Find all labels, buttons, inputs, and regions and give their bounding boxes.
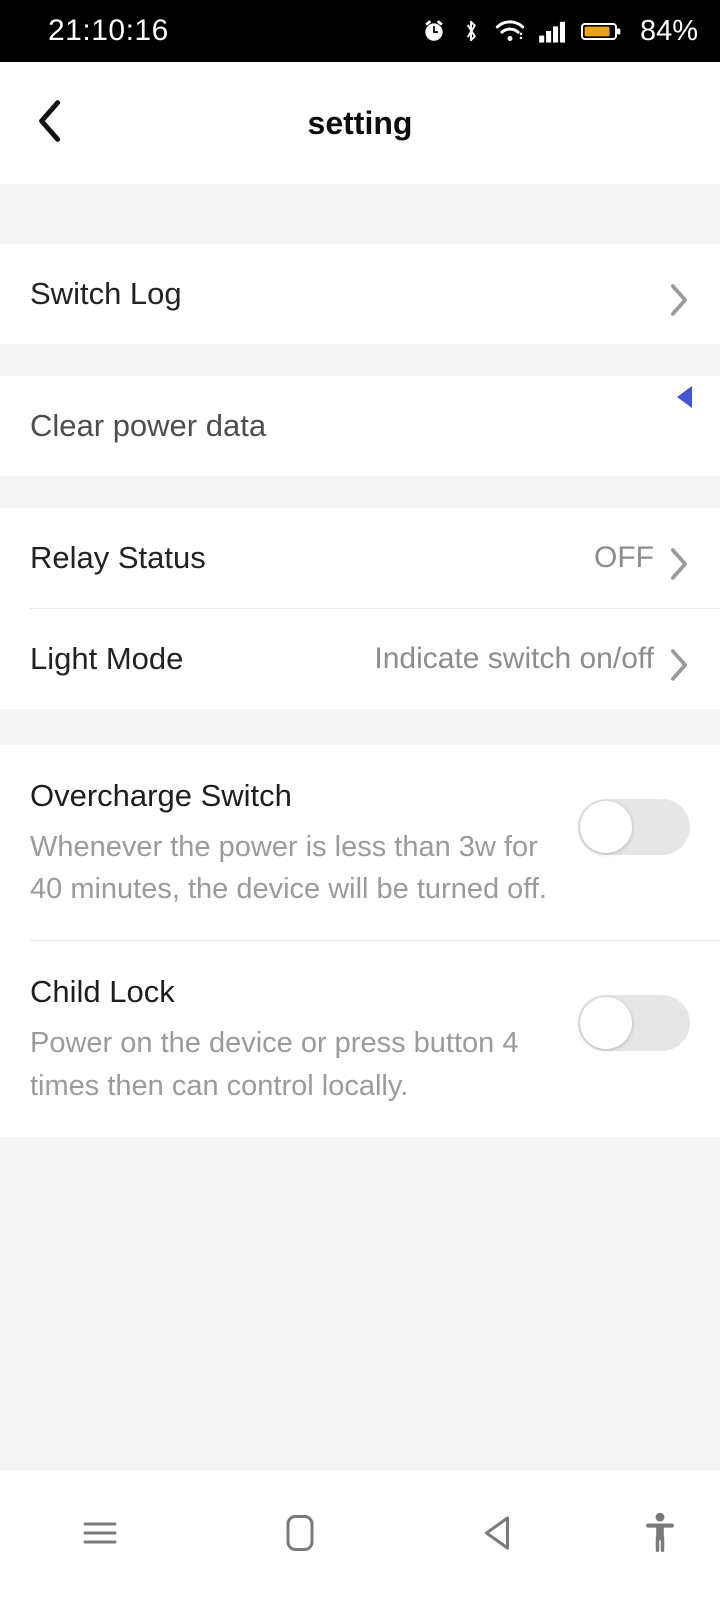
battery-percentage: 84% [639,14,698,47]
back-triangle-icon [479,1512,521,1559]
settings-row-overcharge-switch: Overcharge Switch Whenever the power is … [0,745,720,940]
nav-home-button[interactable] [200,1470,400,1600]
status-bar-clock: 21:10:16 [48,14,169,47]
settings-row-child-lock: Child Lock Power on the device or press … [0,941,720,1136]
status-bar-icons: 84% [421,0,698,62]
settings-group-logs: Switch Log [0,244,720,344]
settings-row-title: Overcharge Switch [30,778,292,813]
settings-row-switch-log[interactable]: Switch Log [0,244,720,344]
settings-row-label: Light Mode [30,640,184,676]
section-gap [0,709,720,745]
nav-accessibility-button[interactable] [600,1470,720,1600]
battery-icon [580,18,623,44]
nav-back-button[interactable] [400,1470,600,1600]
page-title: setting [307,104,413,141]
chevron-right-icon [668,648,690,681]
cellular-signal-icon [538,18,568,44]
settings-row-light-mode[interactable]: Light Mode Indicate switch on/off [0,609,720,709]
section-gap [0,184,720,244]
toggle-container [578,973,690,1073]
overcharge-switch-toggle[interactable] [578,799,690,855]
section-gap [0,344,720,376]
settings-group-clear: Clear power data [0,376,720,476]
chevron-right-icon [668,283,690,316]
toggle-knob [580,801,632,853]
settings-row-description: Power on the device or press button 4 ti… [30,1027,519,1102]
settings-row-label: Relay Status [30,539,206,575]
settings-row-label: Clear power data [30,407,267,443]
child-lock-toggle[interactable] [578,995,690,1052]
toggle-container [578,777,690,877]
accessibility-icon [643,1511,677,1560]
settings-group-device: Relay Status OFF Light Mode Indicate swi… [0,508,720,709]
status-bar: 21:10:16 84% [0,0,720,62]
wifi-icon [495,18,525,44]
nav-recents-button[interactable] [0,1470,200,1600]
settings-group-switches: Overcharge Switch Whenever the power is … [0,745,720,1137]
section-gap [0,476,720,508]
toggle-knob [580,997,632,1050]
chevron-left-icon [33,98,67,149]
back-button[interactable] [22,95,78,151]
settings-row-description: Whenever the power is less than 3w for 4… [30,831,547,906]
settings-row-label: Switch Log [30,275,182,311]
settings-row-clear-power-data[interactable]: Clear power data [0,376,720,476]
chevron-right-icon [668,547,690,580]
system-navigation-bar [0,1470,720,1600]
settings-row-value: Indicate switch on/off [374,642,654,675]
phone-screen: 21:10:16 84% setting Switch Log Clear po… [0,0,720,1600]
home-icon [282,1512,318,1559]
settings-row-texts: Child Lock Power on the device or press … [30,973,578,1106]
app-header: setting [0,62,720,184]
alarm-icon [421,18,447,44]
settings-row-value: OFF [594,541,654,574]
settings-row-relay-status[interactable]: Relay Status OFF [0,508,720,608]
settings-row-texts: Overcharge Switch Whenever the power is … [30,777,578,910]
bluetooth-icon [460,18,482,44]
settings-row-title: Child Lock [30,974,175,1010]
menu-icon [79,1515,121,1556]
